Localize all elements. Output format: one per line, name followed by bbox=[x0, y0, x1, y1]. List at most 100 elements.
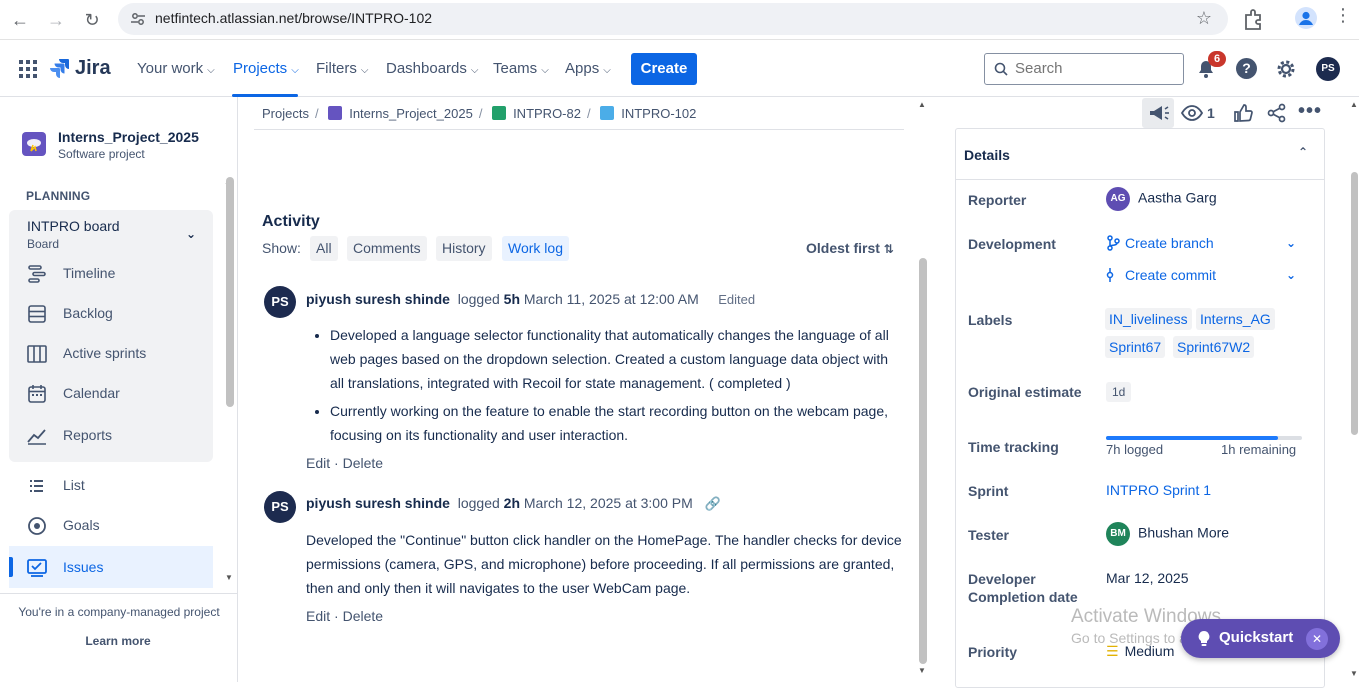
jira-wordmark[interactable]: Jira bbox=[75, 57, 111, 80]
right-scroll-down-icon[interactable]: ▼ bbox=[1350, 669, 1358, 678]
quickstart-close-icon[interactable]: ✕ bbox=[1306, 628, 1328, 650]
edited-label: Edited bbox=[718, 292, 756, 307]
browser-menu-icon[interactable]: ⋮ bbox=[1334, 5, 1352, 33]
labels-label: Labels bbox=[968, 312, 1013, 328]
breadcrumb-issue[interactable]: INTPRO-102 bbox=[621, 106, 696, 121]
breadcrumb: Projects / Interns_Project_2025/ INTPRO-8… bbox=[262, 106, 697, 121]
back-icon[interactable]: ← bbox=[8, 8, 32, 32]
time-logged: 7h logged bbox=[1106, 442, 1164, 457]
share-icon[interactable] bbox=[1267, 103, 1287, 123]
tab-all[interactable]: All bbox=[310, 236, 338, 261]
reporter-value[interactable]: AG Aastha Garg bbox=[1106, 187, 1217, 211]
original-estimate-label: Original estimate bbox=[968, 384, 1082, 400]
story-icon bbox=[492, 106, 507, 120]
tab-work-log[interactable]: Work log bbox=[502, 236, 569, 261]
sidebar-scrollbar[interactable] bbox=[226, 177, 234, 407]
details-heading[interactable]: Details bbox=[964, 147, 1010, 163]
more-actions-icon[interactable]: ••• bbox=[1298, 100, 1322, 123]
label-chip[interactable]: Sprint67W2 bbox=[1173, 336, 1255, 358]
breadcrumb-divider bbox=[254, 129, 904, 130]
delete-button[interactable]: Delete bbox=[343, 608, 383, 624]
label-chip[interactable]: Sprint67 bbox=[1105, 336, 1166, 358]
branch-chevron-down-icon[interactable]: ⌄ bbox=[1286, 236, 1296, 250]
breadcrumb-project[interactable]: Interns_Project_2025 bbox=[349, 106, 473, 121]
active-nav-indicator bbox=[232, 94, 298, 97]
learn-more-link[interactable]: Learn more bbox=[0, 634, 236, 648]
breadcrumb-parent-issue[interactable]: INTPRO-82 bbox=[513, 106, 581, 121]
issues-icon bbox=[27, 559, 47, 577]
address-bar[interactable]: netfintech.atlassian.net/browse/INTPRO-1… bbox=[118, 3, 1228, 35]
jira-logo-icon[interactable] bbox=[50, 58, 70, 80]
edit-button[interactable]: Edit bbox=[306, 608, 330, 624]
worklog-avatar[interactable]: PS bbox=[264, 491, 296, 523]
watch-eye-icon[interactable] bbox=[1181, 104, 1203, 122]
main-scrollbar[interactable] bbox=[919, 258, 927, 664]
project-avatar-icon[interactable] bbox=[22, 132, 46, 156]
project-sidebar: Interns_Project_2025 Software project PL… bbox=[0, 97, 238, 682]
worklog-avatar[interactable]: PS bbox=[264, 286, 296, 318]
worklog-date: March 12, 2025 at 3:00 PM bbox=[523, 495, 693, 511]
dev-completion-label: Developer Completion date bbox=[968, 571, 1078, 605]
label-chip[interactable]: IN_liveliness bbox=[1105, 308, 1192, 330]
commit-chevron-down-icon[interactable]: ⌄ bbox=[1286, 268, 1296, 282]
worklog-author[interactable]: piyush suresh shinde bbox=[306, 291, 450, 307]
original-estimate-value[interactable]: 1d bbox=[1106, 382, 1132, 402]
sidebar-scroll-down-icon[interactable]: ▼ bbox=[225, 573, 233, 582]
tab-comments[interactable]: Comments bbox=[347, 236, 427, 261]
site-settings-icon[interactable] bbox=[130, 11, 146, 27]
time-tracking-label: Time tracking bbox=[968, 439, 1059, 455]
label-chip[interactable]: Interns_AG bbox=[1196, 308, 1275, 330]
nav-projects[interactable]: Projects ⌵ bbox=[233, 60, 299, 77]
nav-apps[interactable]: Apps ⌵ bbox=[565, 60, 611, 77]
reload-icon[interactable]: ↻ bbox=[80, 8, 104, 32]
link-icon[interactable]: 🔗 bbox=[704, 496, 720, 511]
commit-icon bbox=[1106, 268, 1114, 282]
create-branch-button[interactable]: Create branch bbox=[1106, 235, 1214, 251]
extensions-icon[interactable] bbox=[1242, 6, 1264, 34]
quickstart-button[interactable]: Quickstart ✕ bbox=[1181, 619, 1340, 658]
tab-history[interactable]: History bbox=[436, 236, 492, 261]
search-icon bbox=[994, 62, 1008, 76]
bookmark-star-icon[interactable]: ☆ bbox=[1196, 8, 1212, 29]
collapse-chevron-up-icon[interactable]: ⌃ bbox=[1298, 145, 1308, 159]
company-managed-text: You're in a company-managed project bbox=[18, 605, 220, 619]
create-button[interactable]: Create bbox=[631, 53, 697, 85]
forward-icon[interactable]: → bbox=[44, 8, 68, 32]
feedback-megaphone-icon[interactable] bbox=[1142, 98, 1174, 128]
search-box[interactable] bbox=[984, 53, 1184, 85]
nav-teams[interactable]: Teams ⌵ bbox=[493, 60, 549, 77]
project-name[interactable]: Interns_Project_2025 bbox=[58, 129, 199, 145]
app-switcher-icon[interactable] bbox=[19, 60, 37, 78]
main-scroll-down-icon[interactable]: ▼ bbox=[918, 666, 926, 675]
board-chevron-down-icon[interactable]: ⌄ bbox=[186, 227, 196, 241]
worklog-date: March 11, 2025 at 12:00 AM bbox=[523, 291, 699, 307]
vote-thumbs-up-icon[interactable] bbox=[1233, 103, 1253, 123]
right-scrollbar[interactable] bbox=[1351, 172, 1358, 435]
time-tracking-bar[interactable] bbox=[1106, 436, 1302, 440]
project-type: Software project bbox=[58, 147, 145, 161]
details-divider bbox=[956, 179, 1324, 180]
profile-icon[interactable] bbox=[1294, 6, 1318, 34]
delete-button[interactable]: Delete bbox=[343, 455, 383, 471]
worklog-author[interactable]: piyush suresh shinde bbox=[306, 495, 450, 511]
main-scroll-up-icon[interactable]: ▲ bbox=[918, 100, 926, 109]
worklog-description: Developed a language selector functional… bbox=[306, 323, 904, 451]
sort-order-button[interactable]: Oldest first ⇅ bbox=[806, 240, 894, 256]
sprint-value[interactable]: INTPRO Sprint 1 bbox=[1106, 482, 1211, 498]
sidebar-selected-indicator bbox=[9, 557, 13, 577]
dev-completion-value[interactable]: Mar 12, 2025 bbox=[1106, 570, 1189, 586]
user-avatar[interactable]: PS bbox=[1316, 57, 1340, 81]
development-label: Development bbox=[968, 236, 1056, 252]
create-commit-button[interactable]: Create commit bbox=[1106, 267, 1216, 283]
edit-button[interactable]: Edit bbox=[306, 455, 330, 471]
help-icon[interactable]: ? bbox=[1236, 58, 1257, 79]
breadcrumb-projects[interactable]: Projects bbox=[262, 106, 309, 121]
tester-value[interactable]: BM Bhushan More bbox=[1106, 522, 1229, 546]
board-name[interactable]: INTPRO board bbox=[27, 218, 120, 234]
settings-gear-icon[interactable] bbox=[1275, 58, 1297, 80]
search-input[interactable] bbox=[1015, 60, 1165, 77]
nav-dashboards[interactable]: Dashboards ⌵ bbox=[386, 60, 478, 77]
nav-your-work[interactable]: Your work ⌵ bbox=[137, 60, 215, 77]
right-scroll-up-icon[interactable]: ▲ bbox=[1350, 100, 1358, 109]
nav-filters[interactable]: Filters ⌵ bbox=[316, 60, 368, 77]
